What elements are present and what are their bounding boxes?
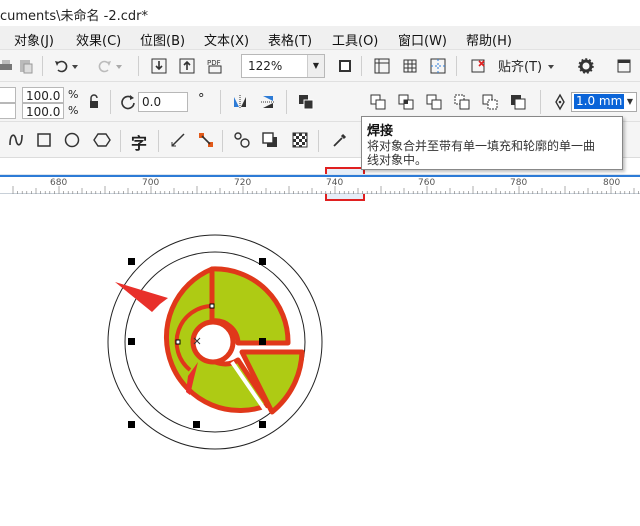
zoom-level-value: 122% <box>248 59 283 73</box>
node-handle[interactable] <box>175 339 181 345</box>
node-handle[interactable] <box>209 303 215 309</box>
blend-tool-icon[interactable] <box>230 128 254 152</box>
combine-icon[interactable] <box>294 90 318 114</box>
menu-text[interactable]: 文本(X) <box>204 30 249 49</box>
rotate-icon[interactable] <box>116 90 140 114</box>
intersect-icon[interactable] <box>394 90 418 114</box>
dimension-tool-icon[interactable] <box>166 128 190 152</box>
ruler-label: 740 <box>326 178 344 188</box>
outline-width-value: 1.0 mm <box>574 94 625 109</box>
horizontal-ruler[interactable]: 680 700 720 740 760 780 800 <box>0 174 640 194</box>
polygon-tool-icon[interactable] <box>90 128 114 152</box>
eyedropper-tool-icon[interactable] <box>328 128 352 152</box>
import-icon[interactable] <box>147 54 171 78</box>
zoom-level-select[interactable]: 122% ▼ <box>241 54 325 78</box>
lock-ratio-icon[interactable] <box>82 90 106 114</box>
gear-icon[interactable] <box>574 54 598 78</box>
connector-tool-icon[interactable] <box>194 128 218 152</box>
pen-nib-icon[interactable] <box>548 90 572 114</box>
scale-y-field[interactable]: 100.0 <box>22 103 64 119</box>
arrow-annotation <box>115 282 168 312</box>
ruler-ticks <box>12 186 639 194</box>
menu-window[interactable]: 窗口(W) <box>398 30 447 49</box>
ruler-label: 800 <box>603 178 621 188</box>
menu-bar: 对象(J) 效果(C) 位图(B) 文本(X) 表格(T) 工具(O) 窗口(W… <box>0 26 640 50</box>
title-bar: cuments\未命名 -2.cdr* <box>0 0 640 26</box>
undo-dropdown-icon[interactable] <box>68 54 82 78</box>
publish-pdf-icon[interactable]: PDF <box>203 54 227 78</box>
snap-off-icon[interactable] <box>466 54 490 78</box>
separator <box>318 130 319 152</box>
window-title: cuments\未命名 -2.cdr* <box>0 9 149 24</box>
separator <box>286 90 287 114</box>
tooltip-description-line-2: 线对象中。 <box>367 153 428 167</box>
ruler-label: 700 <box>142 178 160 188</box>
degree-unit: ° <box>198 92 205 107</box>
scale-x-field[interactable]: 100.0 <box>22 87 64 103</box>
weld-tooltip: 焊接 将对象合并至带有单一填充和轮廓的单一曲 线对象中。 <box>361 116 623 170</box>
show-grid-icon[interactable] <box>398 54 422 78</box>
separator <box>361 56 362 76</box>
show-rulers-icon[interactable] <box>370 54 394 78</box>
outline-width-select[interactable]: 1.0 mm ▼ <box>571 92 637 112</box>
ruler-label: 720 <box>234 178 252 188</box>
chevron-down-icon[interactable]: ▼ <box>624 93 636 111</box>
drawing-canvas[interactable] <box>0 195 640 523</box>
chevron-down-icon[interactable]: ▼ <box>307 55 324 77</box>
ruler-label: 760 <box>418 178 436 188</box>
separator <box>158 130 159 152</box>
paste-icon[interactable] <box>14 54 38 78</box>
separator <box>456 56 457 76</box>
separator <box>220 90 221 114</box>
front-minus-back-icon[interactable] <box>450 90 474 114</box>
simplify-icon[interactable] <box>422 90 446 114</box>
ruler-label: 780 <box>510 178 528 188</box>
menu-bitmap[interactable]: 位图(B) <box>140 30 185 49</box>
menu-effects[interactable]: 效果(C) <box>76 30 121 49</box>
snap-to-button[interactable]: 贴齐(T) <box>498 56 542 75</box>
menu-object[interactable]: 对象(J) <box>14 30 54 49</box>
drop-shadow-tool-icon[interactable] <box>258 128 282 152</box>
menu-help[interactable]: 帮助(H) <box>466 30 512 49</box>
rectangle-tool-icon[interactable] <box>32 128 56 152</box>
mirror-horizontal-icon[interactable] <box>228 90 252 114</box>
export-icon[interactable] <box>175 54 199 78</box>
standard-toolbar: PDF 122% ▼ 贴齐(T) <box>0 50 640 82</box>
snap-dropdown-icon[interactable] <box>544 54 558 78</box>
percent-unit: % <box>68 104 79 117</box>
rotation-angle-field[interactable]: 0.0 <box>138 92 188 112</box>
mirror-vertical-icon[interactable] <box>256 90 280 114</box>
bezier-tool-icon[interactable] <box>4 128 28 152</box>
redo-dropdown-icon[interactable] <box>112 54 126 78</box>
back-minus-front-icon[interactable] <box>478 90 502 114</box>
separator <box>540 90 541 114</box>
ruler-label: 680 <box>50 178 68 188</box>
tooltip-title: 焊接 <box>367 124 394 139</box>
full-screen-preview-icon[interactable] <box>333 54 357 78</box>
width-field[interactable] <box>0 87 16 103</box>
separator <box>120 130 121 152</box>
percent-unit: % <box>68 88 79 101</box>
show-guidelines-icon[interactable] <box>426 54 450 78</box>
height-field[interactable] <box>0 103 16 119</box>
separator <box>222 130 223 152</box>
application-launcher-icon[interactable] <box>612 54 636 78</box>
boundary-icon[interactable] <box>506 90 530 114</box>
artwork <box>107 234 323 450</box>
tooltip-description-line-1: 将对象合并至带有单一填充和轮廓的单一曲 <box>367 139 596 153</box>
menu-table[interactable]: 表格(T) <box>268 30 312 49</box>
ellipse-tool-icon[interactable] <box>60 128 84 152</box>
center-hole <box>190 319 236 365</box>
separator <box>110 90 111 114</box>
separator <box>138 56 139 76</box>
transparency-tool-icon[interactable] <box>288 128 312 152</box>
menu-tools[interactable]: 工具(O) <box>332 30 378 49</box>
text-tool-button[interactable]: 字 <box>131 130 147 154</box>
trim-icon[interactable] <box>366 90 390 114</box>
separator <box>42 56 43 76</box>
